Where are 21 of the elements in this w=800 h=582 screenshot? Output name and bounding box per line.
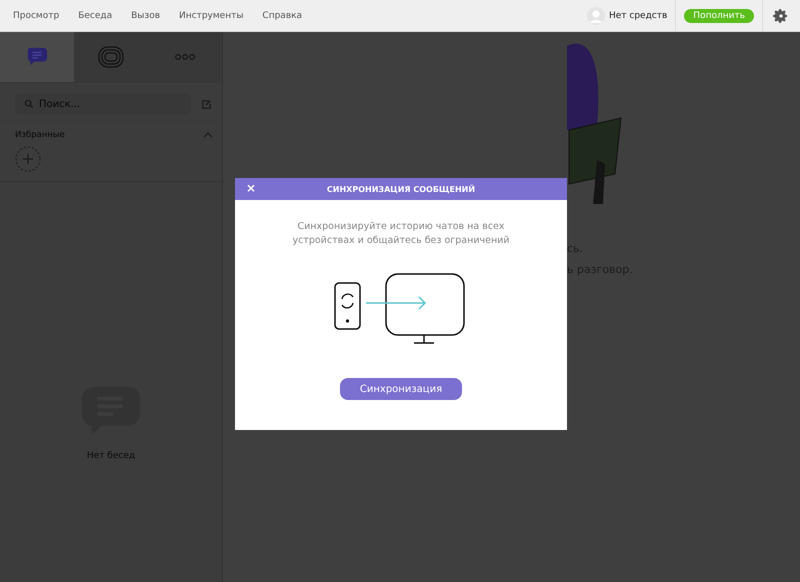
sync-button[interactable]: Синхронизация [340,378,462,400]
balance-label: Нет средств [608,10,668,20]
menu-item[interactable]: Просмотр [13,10,60,20]
dialog-title: СИНХРОНИЗАЦИЯ СООБЩЕНИЙ [326,184,476,194]
menu-item[interactable]: Справка [262,10,302,20]
menu-item[interactable]: Инструменты [179,10,244,20]
close-button[interactable]: × [243,181,260,195]
chevron-icon[interactable] [203,132,213,138]
settings-icon[interactable] [773,8,789,24]
dialog-description: Синхронизируйте историю чатов на всех устройствах и общайтесь без ограничений [291,220,511,248]
compose-icon[interactable] [201,98,212,110]
avatar-icon [586,6,605,24]
sidebar-tab[interactable] [74,32,148,82]
concentric-rectangles-icon [98,46,124,68]
menu-item[interactable]: Вызов [131,10,160,20]
sidebar-tab[interactable] [0,32,74,82]
menu-item[interactable]: Беседа [78,10,112,20]
more-icon [175,54,195,60]
add-favorite-icon[interactable] [15,146,41,172]
sidebar-tab[interactable] [148,32,222,82]
chat-bubble-icon [26,46,48,68]
